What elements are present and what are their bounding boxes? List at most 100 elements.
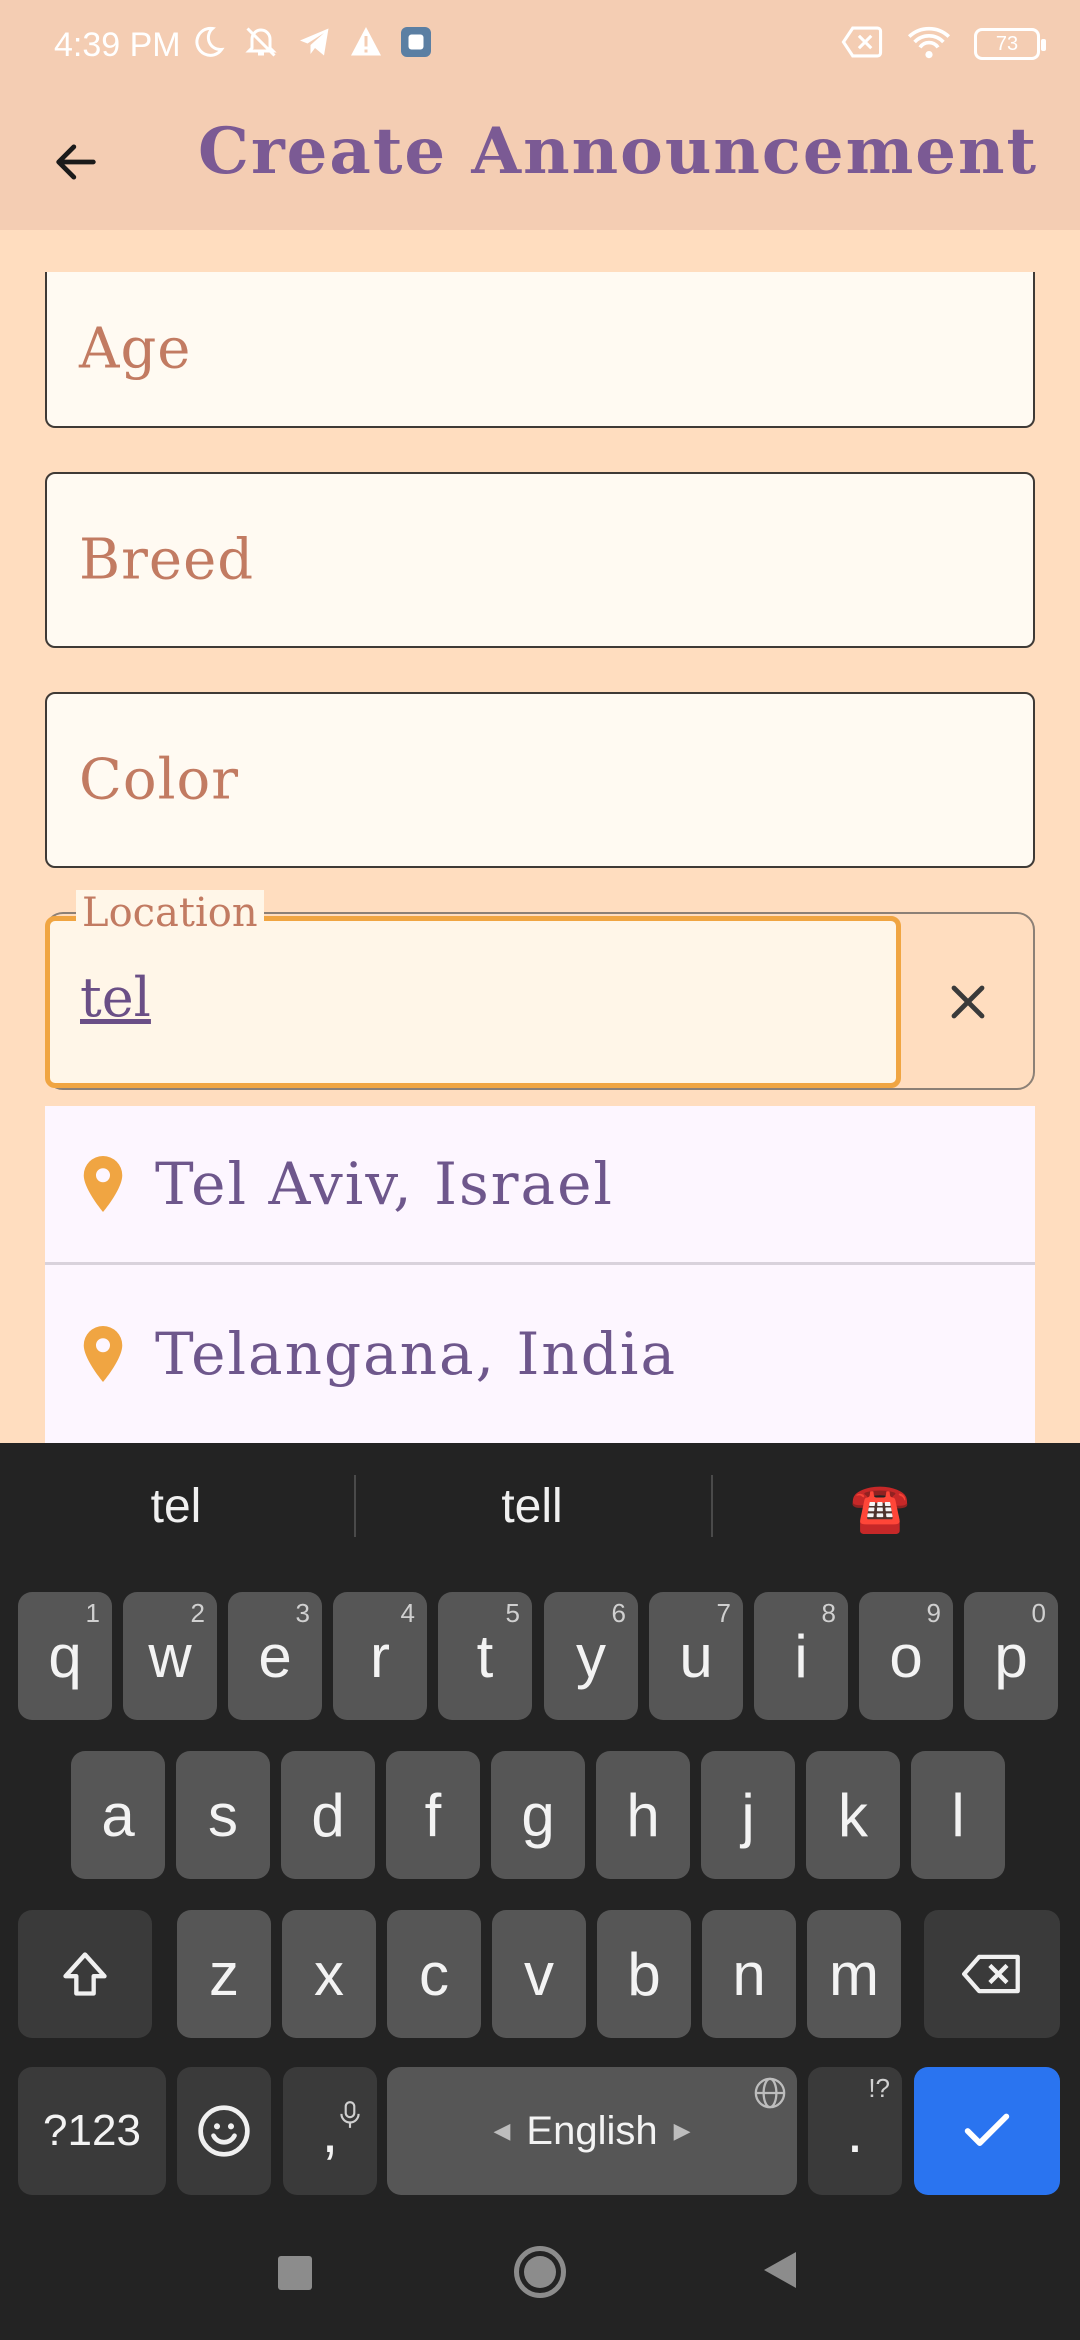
keyboard-suggestion-telephone[interactable]: ☎️ xyxy=(730,1479,1030,1536)
location-value: tel xyxy=(80,966,151,1029)
wifi-icon xyxy=(906,24,952,64)
app-notification-icon xyxy=(398,24,434,64)
key-p[interactable]: 0p xyxy=(964,1592,1058,1720)
key-q[interactable]: 1q xyxy=(18,1592,112,1720)
age-placeholder: Age xyxy=(79,316,192,382)
key-number-hint: 2 xyxy=(190,1598,205,1628)
key-o[interactable]: 9o xyxy=(859,1592,953,1720)
close-icon xyxy=(951,985,985,1019)
arrow-left-icon xyxy=(56,144,96,180)
suggestion-item[interactable]: Telangana, India xyxy=(45,1265,1035,1443)
key-f[interactable]: f xyxy=(386,1751,480,1879)
recents-button[interactable] xyxy=(278,2256,312,2290)
key-c[interactable]: c xyxy=(387,1910,481,2038)
key-s[interactable]: s xyxy=(176,1751,270,1879)
key-e[interactable]: 3e xyxy=(228,1592,322,1720)
back-nav-button[interactable] xyxy=(762,2250,798,2294)
moon-icon xyxy=(190,24,226,64)
key-v[interactable]: v xyxy=(492,1910,586,2038)
keyboard-suggestion[interactable]: tel xyxy=(26,1479,326,1534)
key-number-hint: 8 xyxy=(821,1598,836,1628)
no-sim-icon xyxy=(840,25,884,63)
key-label: u xyxy=(679,1622,713,1690)
color-field[interactable]: Color xyxy=(45,692,1035,868)
key-w[interactable]: 2w xyxy=(123,1592,217,1720)
enter-key[interactable] xyxy=(914,2067,1060,2195)
clear-location-button[interactable] xyxy=(928,962,1008,1042)
key-label: i xyxy=(794,1622,808,1690)
key-label: y xyxy=(576,1622,606,1690)
check-icon xyxy=(964,2113,1010,2146)
backspace-key[interactable] xyxy=(924,1910,1060,2038)
key-m[interactable]: m xyxy=(807,1910,901,2038)
app-bar: Create Announcement xyxy=(0,96,1080,230)
key-label: t xyxy=(476,1622,494,1690)
key-j[interactable]: j xyxy=(701,1751,795,1879)
emoji-key[interactable] xyxy=(177,2067,271,2195)
location-pin-icon xyxy=(83,1156,123,1212)
suggestion-separator xyxy=(354,1475,356,1537)
key-t[interactable]: 5t xyxy=(438,1592,532,1720)
suggestion-separator xyxy=(711,1475,713,1537)
triangle-back-icon xyxy=(764,2252,796,2288)
comma-label: , xyxy=(321,2097,339,2165)
system-nav-bar xyxy=(0,2200,1080,2340)
key-number-hint: 0 xyxy=(1031,1598,1046,1628)
status-icons-right: 73 xyxy=(840,24,1046,64)
key-x[interactable]: x xyxy=(282,1910,376,2038)
silent-icon xyxy=(240,24,282,64)
location-pin-icon xyxy=(83,1326,123,1382)
key-z[interactable]: z xyxy=(177,1910,271,2038)
globe-icon xyxy=(753,2075,787,2120)
key-r[interactable]: 4r xyxy=(333,1592,427,1720)
suggestion-label: Telangana, India xyxy=(155,1320,678,1388)
period-label: . xyxy=(846,2097,864,2165)
key-number-hint: 4 xyxy=(400,1598,415,1628)
shift-key[interactable] xyxy=(18,1910,152,2038)
period-key[interactable]: !? . xyxy=(808,2067,902,2195)
age-field[interactable]: Age xyxy=(45,272,1035,428)
key-number-hint: 1 xyxy=(85,1598,100,1628)
page-title: Create Announcement xyxy=(198,114,1039,189)
key-i[interactable]: 8i xyxy=(754,1592,848,1720)
key-h[interactable]: h xyxy=(596,1751,690,1879)
location-input[interactable] xyxy=(45,916,901,1088)
color-placeholder: Color xyxy=(79,747,239,813)
suggestion-label: Tel Aviv, Israel xyxy=(155,1150,614,1218)
period-hint: !? xyxy=(868,2073,890,2103)
key-number-hint: 9 xyxy=(926,1598,941,1628)
key-number-hint: 3 xyxy=(295,1598,310,1628)
space-label: English xyxy=(526,2108,658,2153)
key-number-hint: 7 xyxy=(716,1598,731,1628)
key-u[interactable]: 7u xyxy=(649,1592,743,1720)
space-key[interactable]: ◀ English ▶ xyxy=(387,2067,797,2195)
home-icon xyxy=(524,2256,556,2288)
comma-key[interactable]: , xyxy=(283,2067,377,2195)
shift-icon xyxy=(63,1952,107,1996)
back-button[interactable] xyxy=(40,126,112,198)
key-label: o xyxy=(889,1622,923,1690)
warning-icon xyxy=(348,24,384,64)
key-label: e xyxy=(258,1622,292,1690)
caret-left-icon: ◀ xyxy=(493,2118,511,2143)
breed-placeholder: Breed xyxy=(79,527,255,593)
keyboard-suggestion[interactable]: tell xyxy=(382,1479,682,1534)
microphone-icon xyxy=(337,2075,363,2144)
home-button[interactable] xyxy=(514,2246,566,2298)
breed-field[interactable]: Breed xyxy=(45,472,1035,648)
key-d[interactable]: d xyxy=(281,1751,375,1879)
key-g[interactable]: g xyxy=(491,1751,585,1879)
status-icons-left xyxy=(190,24,434,64)
key-y[interactable]: 6y xyxy=(544,1592,638,1720)
key-n[interactable]: n xyxy=(702,1910,796,2038)
key-k[interactable]: k xyxy=(806,1751,900,1879)
key-number-hint: 5 xyxy=(505,1598,520,1628)
key-b[interactable]: b xyxy=(597,1910,691,2038)
caret-right-icon: ▶ xyxy=(673,2118,691,2143)
symbols-key[interactable]: ?123 xyxy=(18,2067,166,2195)
key-l[interactable]: l xyxy=(911,1751,1005,1879)
key-a[interactable]: a xyxy=(71,1751,165,1879)
battery-icon: 73 xyxy=(974,28,1046,60)
keyboard-suggestion-bar: tel tell ☎️ xyxy=(0,1443,1080,1573)
suggestion-item[interactable]: Tel Aviv, Israel xyxy=(45,1106,1035,1262)
